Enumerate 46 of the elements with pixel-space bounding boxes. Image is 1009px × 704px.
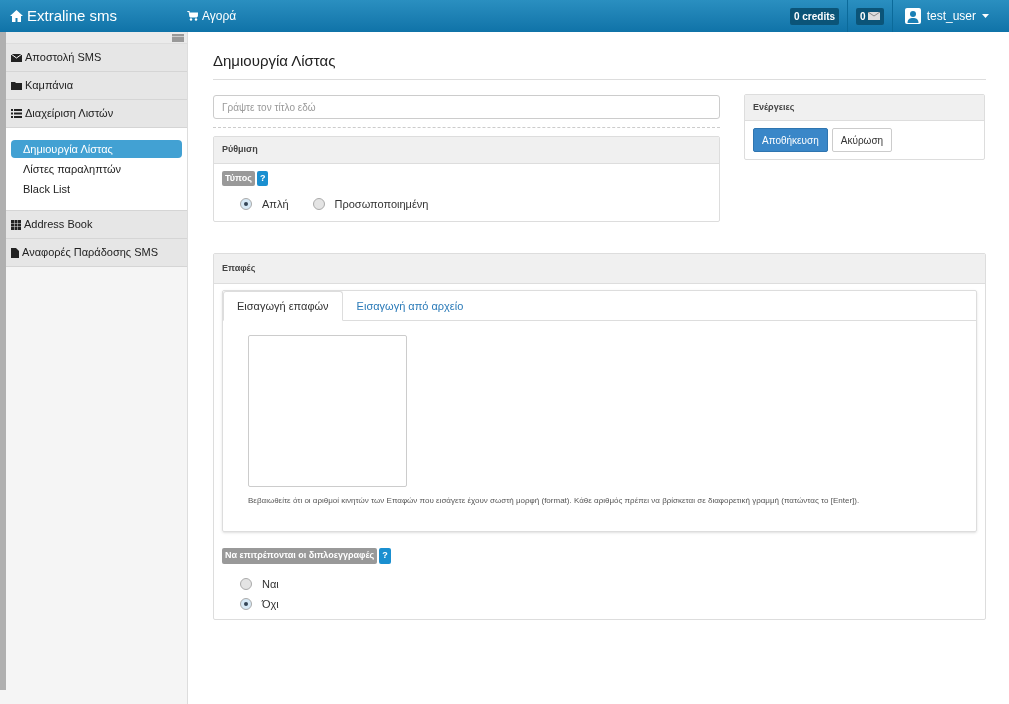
document-icon <box>11 247 19 258</box>
sidebar-item[interactable]: Address Book <box>6 211 187 239</box>
sidebar-item[interactable]: Αποστολή SMS <box>6 44 187 72</box>
field-label: Τύπος <box>222 170 255 186</box>
user-menu[interactable]: test_user <box>892 7 1001 25</box>
user-avatar-icon <box>904 8 921 24</box>
save-button[interactable]: Αποθήκευση <box>753 128 828 152</box>
help-badge[interactable]: ? <box>256 170 269 186</box>
title-input[interactable]: Γράψτε τον τίτλο εδώ <box>213 95 720 119</box>
radio-button[interactable] <box>240 577 252 590</box>
tab[interactable]: Εισαγωγή από αρχείο <box>342 291 478 321</box>
caret-icon <box>982 14 989 18</box>
tab[interactable]: Εισαγωγή επαφών <box>223 291 343 321</box>
field-label: Να επιτρέπονται οι διπλοεγγραφές <box>222 548 378 564</box>
radio-button[interactable] <box>240 598 252 611</box>
option-label: Όχι <box>262 597 279 612</box>
option-label: Απλή <box>262 197 289 212</box>
envelope-icon <box>867 12 880 20</box>
sidebar-subitem[interactable]: Λίστες παραληπτών <box>11 160 182 178</box>
radio-button[interactable] <box>240 198 252 211</box>
shop-link[interactable]: Αγορά <box>187 7 237 25</box>
home-icon <box>10 10 23 22</box>
help-badge[interactable]: ? <box>379 548 391 564</box>
cancel-button[interactable]: Ακύρωση <box>831 128 893 152</box>
option-label: Ναι <box>262 576 279 592</box>
collapse-icon[interactable] <box>172 33 184 42</box>
panel-heading: Επαφές <box>214 253 985 284</box>
contacts-textarea[interactable] <box>248 335 407 487</box>
panel-heading: Ενέργειες <box>745 94 984 121</box>
list-icon <box>11 109 22 118</box>
envelope-icon <box>11 53 22 62</box>
help-text: Βεβαιωθείτε ότι οι αριθμοί κινητών των Επαφών που εισάγετε έχουν σωστή μορφή (format). Κάθε αριθμός πρέπει να βρίσκεται σε διαφορετική γραμμή (πατώντας το [Enter]). <box>248 495 861 507</box>
sidebar-item[interactable]: Διαχείριση Λιστών <box>6 100 187 128</box>
folder-icon <box>11 81 22 90</box>
panel-heading: Ρύθμιση <box>214 137 719 164</box>
option-label: Προσωποποιημένη <box>334 197 429 212</box>
cart-icon <box>187 11 199 21</box>
grid-icon <box>11 219 21 230</box>
credits-badge: 0 credits <box>789 7 840 25</box>
sidebar-subitem[interactable]: Black List <box>11 180 182 198</box>
sidebar-item[interactable]: Αναφορές Παράδοσης SMS <box>6 239 187 267</box>
messages-badge[interactable]: 0 <box>856 7 884 25</box>
page-title: Δημιουργία Λίστας <box>213 50 986 80</box>
brand-link[interactable]: Extraline sms <box>10 4 118 28</box>
radio-button[interactable] <box>312 198 325 211</box>
sidebar-item[interactable]: Καμπάνια <box>6 72 187 100</box>
